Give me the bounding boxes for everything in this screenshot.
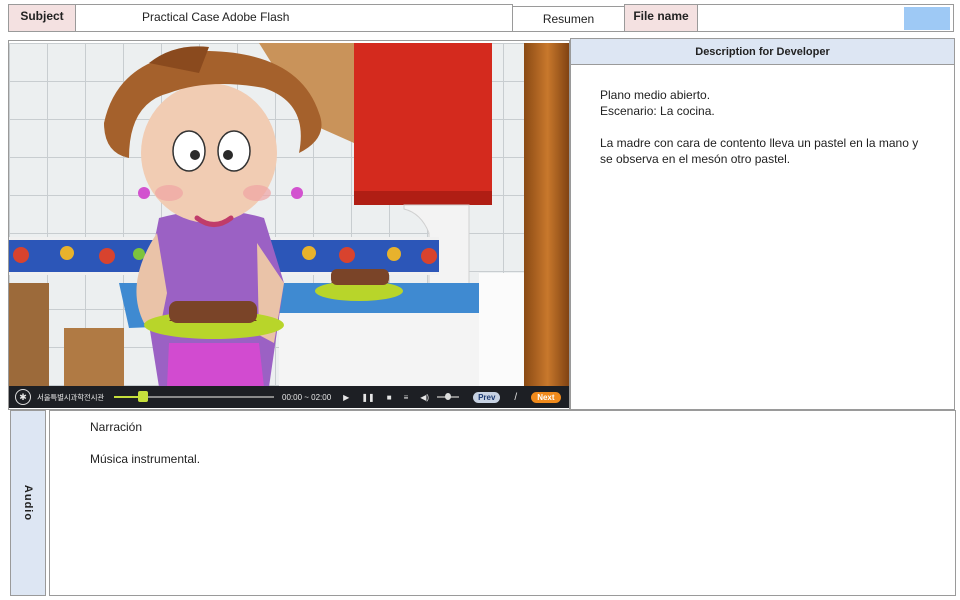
description-header: Description for Developer (571, 39, 954, 65)
video-frame: ✱ 서울특별시과학전시관 00:00 ~ 02:00 ▶ ❚❚ ■ ≡ ◀) P… (8, 40, 570, 410)
organization-name: 서울특별시과학전시관 (37, 392, 104, 402)
description-line: Escenario: La cocina. (600, 104, 715, 118)
description-panel: Description for Developer Plano medio ab… (570, 38, 955, 410)
volume-handle[interactable] (445, 393, 452, 400)
play-icon[interactable]: ▶ (343, 393, 349, 402)
file-name-label: File name (624, 4, 698, 32)
volume-icon[interactable]: ◀) (420, 393, 429, 402)
subject-label: Subject (8, 4, 76, 32)
file-name-label-text: File name (633, 9, 689, 23)
video-scene[interactable] (9, 43, 569, 387)
menu-icon[interactable]: ≡ (404, 393, 409, 402)
description-body: Plano medio abierto. Escenario: La cocin… (571, 65, 954, 167)
resumen-text: Resumen (542, 12, 595, 26)
description-line: La madre con cara de contento lleva un p… (600, 136, 919, 166)
audio-line: Música instrumental. (90, 452, 201, 466)
audio-line: Narración (90, 420, 143, 434)
nav-separator: / (514, 391, 518, 403)
description-line: Plano medio abierto. (600, 88, 711, 102)
subject-value: Practical Case Adobe Flash (75, 4, 513, 32)
subject-label-text: Subject (20, 9, 64, 23)
resumen-box: Resumen (512, 6, 625, 32)
prev-button[interactable]: Prev (473, 391, 501, 403)
stop-icon[interactable]: ■ (387, 393, 392, 402)
next-button[interactable]: Next (531, 391, 561, 403)
color-swatch (904, 7, 950, 30)
description-title: Description for Developer (695, 45, 830, 58)
seek-handle[interactable] (137, 391, 148, 402)
storyboard-page: Subject Practical Case Adobe Flash Resum… (0, 0, 960, 600)
video-player-controls: ✱ 서울특별시과학전시관 00:00 ~ 02:00 ▶ ❚❚ ■ ≡ ◀) P… (9, 386, 569, 408)
pause-icon[interactable]: ❚❚ (361, 393, 374, 402)
kitchen-scene-illustration (9, 43, 569, 387)
audio-label: Audio (10, 410, 46, 596)
time-readout: 00:00 ~ 02:00 (282, 392, 332, 402)
volume-slider[interactable] (437, 393, 460, 400)
subject-value-text: Practical Case Adobe Flash (142, 10, 290, 24)
audio-body: Narración Música instrumental. (49, 410, 956, 596)
museum-logo-icon: ✱ (15, 389, 31, 405)
audio-label-text: Audio (22, 484, 35, 522)
seek-bar[interactable] (114, 391, 274, 402)
